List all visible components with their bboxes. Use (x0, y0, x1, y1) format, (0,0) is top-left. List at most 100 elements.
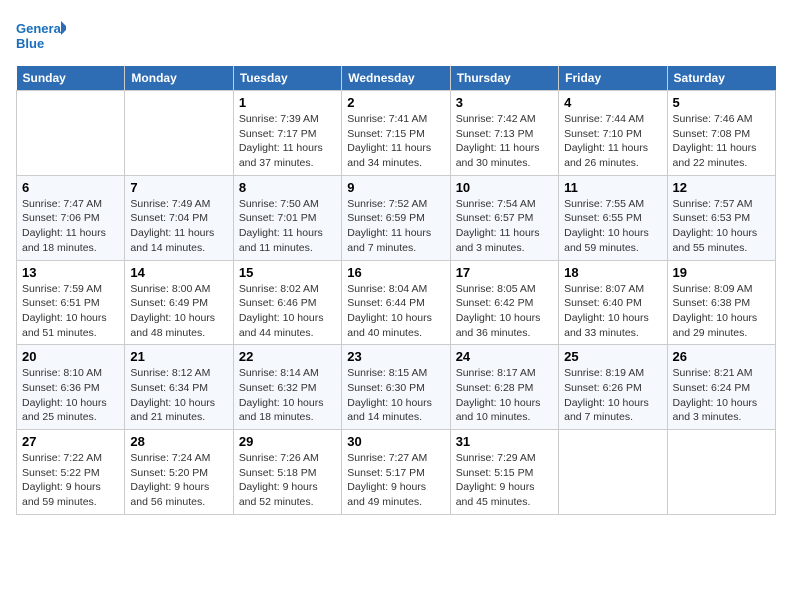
day-number: 1 (239, 95, 336, 110)
calendar-day-cell: 17 Sunrise: 8:05 AM Sunset: 6:42 PM Dayli… (450, 260, 558, 345)
day-number: 12 (673, 180, 770, 195)
day-number: 22 (239, 349, 336, 364)
calendar-day-cell: 24Sunrise: 8:17 AM Sunset: 6:28 PM Dayli… (450, 345, 558, 430)
day-info: Sunrise: 7:26 AM Sunset: 5:18 PM Dayligh… (239, 451, 336, 510)
day-info: Sunrise: 7:27 AM Sunset: 5:17 PM Dayligh… (347, 451, 444, 510)
calendar-day-cell: 11 Sunrise: 7:55 AM Sunset: 6:55 PM Dayli… (559, 175, 667, 260)
calendar-day-cell: 25 Sunrise: 8:19 AM Sunset: 6:26 PM Dayli… (559, 345, 667, 430)
calendar-day-cell: 14Sunrise: 8:00 AM Sunset: 6:49 PM Dayli… (125, 260, 233, 345)
calendar-day-cell: 30 Sunrise: 7:27 AM Sunset: 5:17 PM Dayli… (342, 430, 450, 515)
day-info: Sunrise: 8:02 AM Sunset: 6:46 PM Dayligh… (239, 282, 336, 341)
day-info: Sunrise: 8:07 AM Sunset: 6:40 PM Dayligh… (564, 282, 661, 341)
calendar-day-cell: 3 Sunrise: 7:42 AM Sunset: 7:13 PM Daylig… (450, 91, 558, 176)
day-info: Sunrise: 7:49 AM Sunset: 7:04 PM Dayligh… (130, 197, 227, 256)
day-info: Sunrise: 7:44 AM Sunset: 7:10 PM Dayligh… (564, 112, 661, 171)
page-header: General Blue (16, 16, 776, 56)
day-info: Sunrise: 7:55 AM Sunset: 6:55 PM Dayligh… (564, 197, 661, 256)
weekday-header: Monday (125, 66, 233, 91)
day-number: 21 (130, 349, 227, 364)
day-info: Sunrise: 7:29 AM Sunset: 5:15 PM Dayligh… (456, 451, 553, 510)
day-number: 25 (564, 349, 661, 364)
weekday-header: Tuesday (233, 66, 341, 91)
day-number: 6 (22, 180, 119, 195)
day-number: 5 (673, 95, 770, 110)
day-info: Sunrise: 8:10 AM Sunset: 6:36 PM Dayligh… (22, 366, 119, 425)
day-number: 28 (130, 434, 227, 449)
day-info: Sunrise: 8:14 AM Sunset: 6:32 PM Dayligh… (239, 366, 336, 425)
calendar-week-row: 13 Sunrise: 7:59 AM Sunset: 6:51 PM Dayli… (17, 260, 776, 345)
day-number: 8 (239, 180, 336, 195)
calendar-day-cell (559, 430, 667, 515)
calendar-table: SundayMondayTuesdayWednesdayThursdayFrid… (16, 66, 776, 515)
calendar-day-cell: 21 Sunrise: 8:12 AM Sunset: 6:34 PM Dayli… (125, 345, 233, 430)
day-number: 27 (22, 434, 119, 449)
day-info: Sunrise: 7:57 AM Sunset: 6:53 PM Dayligh… (673, 197, 770, 256)
calendar-day-cell: 6 Sunrise: 7:47 AM Sunset: 7:06 PM Daylig… (17, 175, 125, 260)
day-info: Sunrise: 8:04 AM Sunset: 6:44 PM Dayligh… (347, 282, 444, 341)
calendar-day-cell: 15Sunrise: 8:02 AM Sunset: 6:46 PM Dayli… (233, 260, 341, 345)
calendar-day-cell: 12 Sunrise: 7:57 AM Sunset: 6:53 PM Dayli… (667, 175, 775, 260)
day-number: 23 (347, 349, 444, 364)
calendar-day-cell: 7 Sunrise: 7:49 AM Sunset: 7:04 PM Daylig… (125, 175, 233, 260)
calendar-day-cell (125, 91, 233, 176)
day-number: 26 (673, 349, 770, 364)
calendar-day-cell (667, 430, 775, 515)
svg-text:Blue: Blue (16, 36, 44, 51)
day-number: 18 (564, 265, 661, 280)
day-info: Sunrise: 8:09 AM Sunset: 6:38 PM Dayligh… (673, 282, 770, 341)
day-number: 19 (673, 265, 770, 280)
calendar-week-row: 27Sunrise: 7:22 AM Sunset: 5:22 PM Dayli… (17, 430, 776, 515)
calendar-day-cell: 5Sunrise: 7:46 AM Sunset: 7:08 PM Daylig… (667, 91, 775, 176)
calendar-day-cell: 27Sunrise: 7:22 AM Sunset: 5:22 PM Dayli… (17, 430, 125, 515)
day-number: 31 (456, 434, 553, 449)
weekday-header-row: SundayMondayTuesdayWednesdayThursdayFrid… (17, 66, 776, 91)
calendar-day-cell: 10 Sunrise: 7:54 AM Sunset: 6:57 PM Dayli… (450, 175, 558, 260)
day-info: Sunrise: 7:42 AM Sunset: 7:13 PM Dayligh… (456, 112, 553, 171)
day-number: 11 (564, 180, 661, 195)
day-info: Sunrise: 8:05 AM Sunset: 6:42 PM Dayligh… (456, 282, 553, 341)
weekday-header: Friday (559, 66, 667, 91)
day-info: Sunrise: 8:19 AM Sunset: 6:26 PM Dayligh… (564, 366, 661, 425)
calendar-day-cell: 2Sunrise: 7:41 AM Sunset: 7:15 PM Daylig… (342, 91, 450, 176)
calendar-day-cell: 16 Sunrise: 8:04 AM Sunset: 6:44 PM Dayli… (342, 260, 450, 345)
day-number: 30 (347, 434, 444, 449)
day-number: 24 (456, 349, 553, 364)
day-number: 16 (347, 265, 444, 280)
calendar-day-cell: 1 Sunrise: 7:39 AM Sunset: 7:17 PM Daylig… (233, 91, 341, 176)
day-number: 10 (456, 180, 553, 195)
calendar-day-cell: 18 Sunrise: 8:07 AM Sunset: 6:40 PM Dayli… (559, 260, 667, 345)
calendar-day-cell: 8 Sunrise: 7:50 AM Sunset: 7:01 PM Daylig… (233, 175, 341, 260)
calendar-day-cell: 28 Sunrise: 7:24 AM Sunset: 5:20 PM Dayli… (125, 430, 233, 515)
calendar-day-cell: 20 Sunrise: 8:10 AM Sunset: 6:36 PM Dayli… (17, 345, 125, 430)
calendar-day-cell: 4Sunrise: 7:44 AM Sunset: 7:10 PM Daylig… (559, 91, 667, 176)
day-number: 13 (22, 265, 119, 280)
calendar-day-cell: 31 Sunrise: 7:29 AM Sunset: 5:15 PM Dayli… (450, 430, 558, 515)
calendar-day-cell: 9 Sunrise: 7:52 AM Sunset: 6:59 PM Daylig… (342, 175, 450, 260)
day-number: 3 (456, 95, 553, 110)
day-number: 7 (130, 180, 227, 195)
calendar-week-row: 20 Sunrise: 8:10 AM Sunset: 6:36 PM Dayli… (17, 345, 776, 430)
svg-text:General: General (16, 21, 64, 36)
calendar-day-cell: 26 Sunrise: 8:21 AM Sunset: 6:24 PM Dayli… (667, 345, 775, 430)
day-info: Sunrise: 7:59 AM Sunset: 6:51 PM Dayligh… (22, 282, 119, 341)
day-info: Sunrise: 7:24 AM Sunset: 5:20 PM Dayligh… (130, 451, 227, 510)
weekday-header: Thursday (450, 66, 558, 91)
day-number: 20 (22, 349, 119, 364)
day-info: Sunrise: 7:50 AM Sunset: 7:01 PM Dayligh… (239, 197, 336, 256)
day-info: Sunrise: 8:21 AM Sunset: 6:24 PM Dayligh… (673, 366, 770, 425)
calendar-day-cell: 13 Sunrise: 7:59 AM Sunset: 6:51 PM Dayli… (17, 260, 125, 345)
day-info: Sunrise: 7:54 AM Sunset: 6:57 PM Dayligh… (456, 197, 553, 256)
day-info: Sunrise: 8:00 AM Sunset: 6:49 PM Dayligh… (130, 282, 227, 341)
day-info: Sunrise: 7:47 AM Sunset: 7:06 PM Dayligh… (22, 197, 119, 256)
weekday-header: Sunday (17, 66, 125, 91)
logo: General Blue (16, 16, 66, 56)
day-info: Sunrise: 8:12 AM Sunset: 6:34 PM Dayligh… (130, 366, 227, 425)
calendar-week-row: 1 Sunrise: 7:39 AM Sunset: 7:17 PM Daylig… (17, 91, 776, 176)
day-info: Sunrise: 7:39 AM Sunset: 7:17 PM Dayligh… (239, 112, 336, 171)
day-info: Sunrise: 7:52 AM Sunset: 6:59 PM Dayligh… (347, 197, 444, 256)
calendar-week-row: 6 Sunrise: 7:47 AM Sunset: 7:06 PM Daylig… (17, 175, 776, 260)
day-number: 9 (347, 180, 444, 195)
day-number: 2 (347, 95, 444, 110)
calendar-day-cell: 29Sunrise: 7:26 AM Sunset: 5:18 PM Dayli… (233, 430, 341, 515)
day-number: 17 (456, 265, 553, 280)
